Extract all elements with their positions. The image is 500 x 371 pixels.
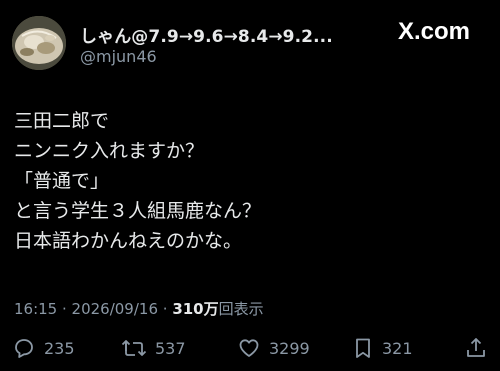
bookmark-icon xyxy=(356,338,370,358)
bookmark-count: 321 xyxy=(382,338,413,358)
heart-icon xyxy=(239,339,259,357)
share-icon xyxy=(467,338,485,357)
post-line: 三田二郎で xyxy=(14,110,110,132)
post-text: 三田二郎で ニンニク入れますか？ 「普通で」 と言う学生３人組馬鹿なん？ 日本語… xyxy=(14,106,484,256)
author-handle[interactable]: @mjun46 xyxy=(80,47,157,66)
repost-button[interactable]: 537 xyxy=(121,336,186,360)
post-line: ニンニク入れますか？ xyxy=(14,140,205,162)
like-count: 3299 xyxy=(269,338,310,358)
repost-icon xyxy=(121,340,147,356)
author-display-name[interactable]: しゃん@7.9→9.6→8.4→9.2... xyxy=(80,22,333,47)
views-count: 310万 xyxy=(172,300,219,318)
post-timestamp[interactable]: 16:15 · 2026/09/16 · xyxy=(14,300,168,318)
repost-count: 537 xyxy=(155,338,186,358)
post-line: 「普通で」 xyxy=(14,170,110,192)
brand-mark: X.com xyxy=(398,18,470,46)
action-bar: 235 537 3299 321 xyxy=(0,336,500,366)
share-button[interactable] xyxy=(464,336,488,360)
avatar[interactable] xyxy=(12,16,66,70)
post-line: 日本語わかんねえのかな。 xyxy=(14,230,243,252)
reply-button[interactable]: 235 xyxy=(12,336,75,360)
views-label: 回表示 xyxy=(218,300,264,318)
brand-label: X.com xyxy=(397,18,470,45)
post-line: と言う学生３人組馬鹿なん？ xyxy=(14,200,262,222)
profile-photo xyxy=(12,16,66,70)
reply-count: 235 xyxy=(44,338,75,358)
bookmark-button[interactable]: 321 xyxy=(352,336,413,360)
post-card: しゃん@7.9→9.6→8.4→9.2... @mjun46 X.com 三田二… xyxy=(0,0,500,371)
reply-icon xyxy=(15,339,33,358)
post-meta: 16:15 · 2026/09/16 · 310万回表示 xyxy=(14,298,264,319)
like-button[interactable]: 3299 xyxy=(237,336,310,360)
